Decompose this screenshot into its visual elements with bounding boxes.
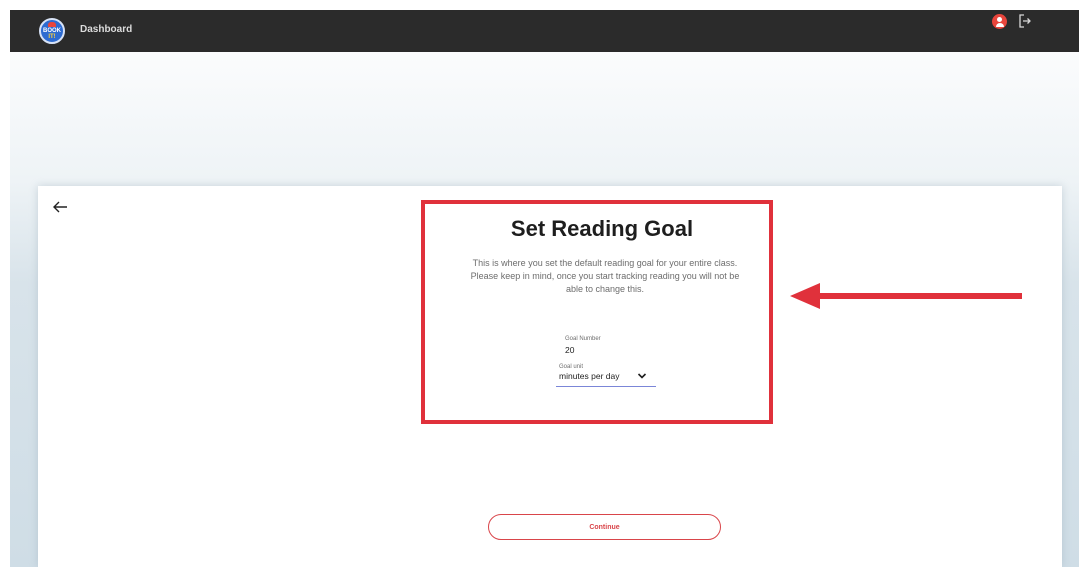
logo-heart-icon xyxy=(48,22,56,27)
highlight-box xyxy=(421,200,773,424)
top-navigation-bar: BOOK IT! Dashboard xyxy=(10,10,1079,52)
logout-icon[interactable] xyxy=(1018,13,1032,29)
dashboard-link[interactable]: Dashboard xyxy=(80,24,132,35)
book-it-logo[interactable]: BOOK IT! xyxy=(39,18,65,44)
user-avatar-icon[interactable] xyxy=(992,14,1007,29)
continue-button[interactable]: Continue xyxy=(488,514,721,540)
arrow-left-annotation-icon xyxy=(790,283,1022,309)
arrow-left-icon[interactable] xyxy=(52,200,68,214)
